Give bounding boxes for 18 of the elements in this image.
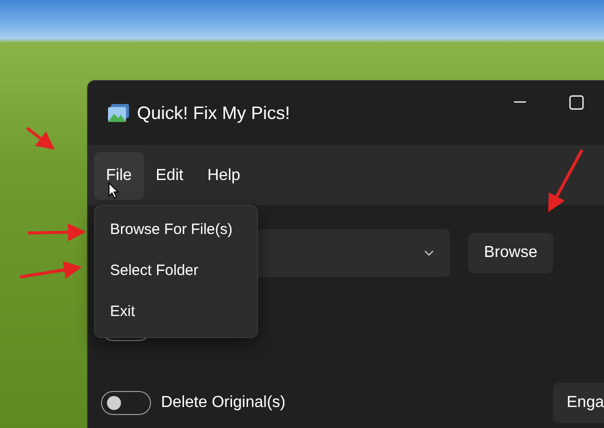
chevron-down-icon: [424, 250, 434, 256]
annotation-arrow: [20, 261, 82, 279]
delete-toggle[interactable]: [101, 391, 151, 415]
annotation-arrow: [28, 223, 86, 242]
engage-button[interactable]: Enga: [552, 383, 604, 423]
annotation-arrow: [26, 126, 55, 150]
menu-item[interactable]: File: [94, 152, 144, 200]
picture-icon: [108, 104, 129, 122]
toggle-label: Delete Original(s): [161, 393, 286, 413]
menu-item[interactable]: Help: [195, 152, 252, 200]
menu-option[interactable]: Select Folder: [95, 251, 198, 292]
window-title: Quick! Fix My Pics!: [137, 102, 290, 125]
menu-item[interactable]: Edit: [144, 152, 196, 200]
menu-option[interactable]: Exit: [95, 292, 136, 333]
annotation-arrow: [548, 149, 584, 212]
browse-button[interactable]: Browse: [468, 233, 554, 273]
mouse-cursor-icon: [108, 182, 119, 199]
menu-option[interactable]: Browse For File(s): [95, 210, 233, 251]
